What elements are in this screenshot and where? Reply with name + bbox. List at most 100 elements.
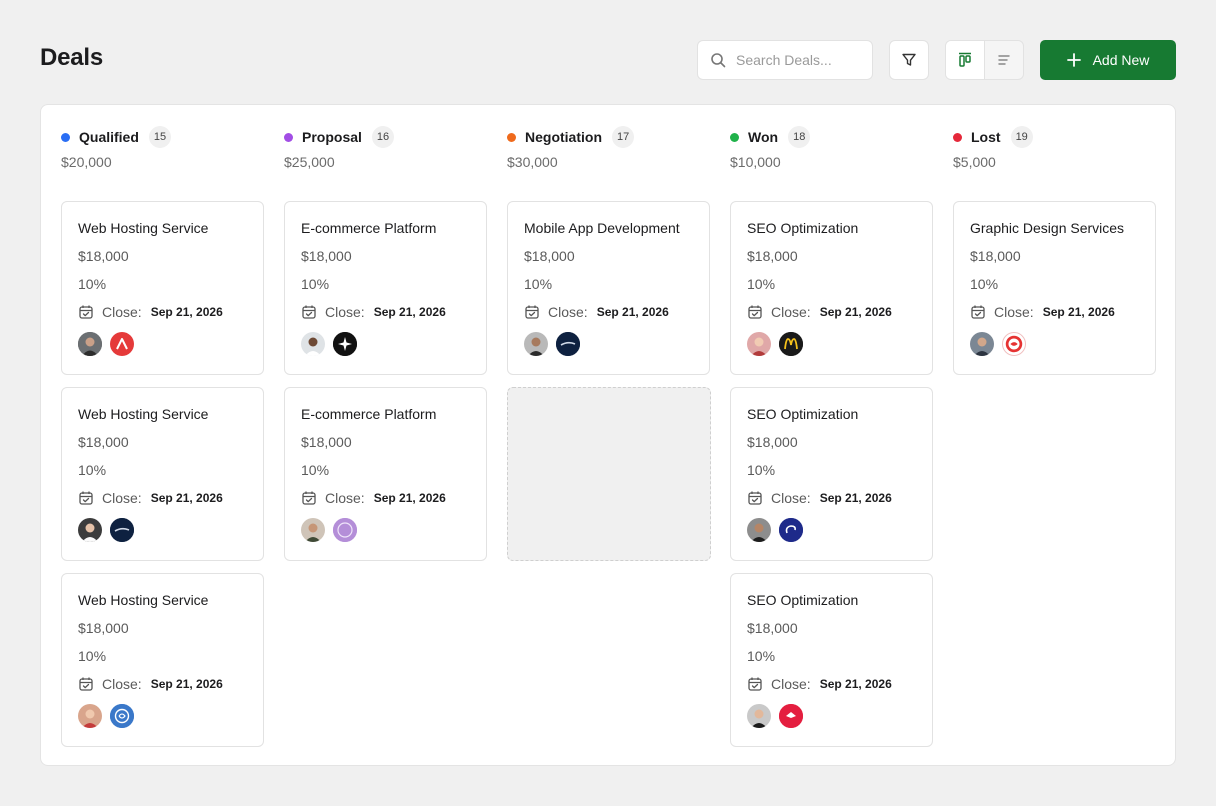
status-dot: [730, 132, 739, 142]
close-date-row: Close: Sep 21, 2026: [78, 676, 223, 692]
calendar-icon: [970, 304, 986, 320]
deal-title: Web Hosting Service: [78, 592, 209, 608]
deal-card[interactable]: SEO Optimization $18,000 10% Close: Sep …: [730, 573, 933, 747]
status-dot: [507, 132, 516, 142]
company-logo-icon[interactable]: [333, 332, 357, 356]
list-icon: [996, 52, 1012, 68]
deal-amount: $18,000: [747, 248, 798, 264]
deal-card[interactable]: Mobile App Development $18,000 10% Close…: [507, 201, 710, 375]
close-date-row: Close: Sep 21, 2026: [970, 304, 1115, 320]
filter-icon: [901, 52, 917, 68]
deal-title: Mobile App Development: [524, 220, 680, 236]
close-date-row: Close: Sep 21, 2026: [78, 304, 223, 320]
close-label: Close:: [771, 676, 811, 692]
search-input[interactable]: [736, 52, 856, 68]
drop-zone-placeholder[interactable]: [507, 387, 711, 561]
company-logo-icon[interactable]: [779, 332, 803, 356]
deal-card[interactable]: SEO Optimization $18,000 10% Close: Sep …: [730, 201, 933, 375]
contact-avatar[interactable]: [78, 704, 102, 728]
contact-avatar[interactable]: [78, 332, 102, 356]
contact-avatar[interactable]: [747, 332, 771, 356]
company-logo-icon[interactable]: [110, 518, 134, 542]
deal-card[interactable]: Web Hosting Service $18,000 10% Close: S…: [61, 201, 264, 375]
list-view-button[interactable]: [985, 41, 1023, 79]
close-date: Sep 21, 2026: [1042, 305, 1115, 319]
add-new-label: Add New: [1092, 52, 1150, 68]
contact-avatar[interactable]: [78, 518, 102, 542]
company-logo-icon[interactable]: [556, 332, 580, 356]
search-icon: [710, 52, 726, 68]
deals-board: Qualified 15 $20,000 Web Hosting Service…: [40, 104, 1176, 766]
column-title: Won: [748, 129, 779, 145]
company-logo-icon[interactable]: [110, 704, 134, 728]
column-title: Qualified: [79, 129, 139, 145]
close-date-row: Close: Sep 21, 2026: [747, 676, 892, 692]
company-logo-icon[interactable]: [333, 518, 357, 542]
company-logo-icon[interactable]: [779, 518, 803, 542]
calendar-icon: [747, 676, 763, 692]
close-date-row: Close: Sep 21, 2026: [78, 490, 223, 506]
close-label: Close:: [548, 304, 588, 320]
deal-card[interactable]: Web Hosting Service $18,000 10% Close: S…: [61, 387, 264, 561]
deal-card[interactable]: Web Hosting Service $18,000 10% Close: S…: [61, 573, 264, 747]
deal-probability: 10%: [78, 276, 107, 292]
contact-avatar[interactable]: [301, 332, 325, 356]
deal-probability: 10%: [78, 648, 107, 664]
column-header: Negotiation 17: [507, 126, 635, 148]
contact-avatar[interactable]: [524, 332, 548, 356]
deal-title: SEO Optimization: [747, 220, 859, 236]
close-date-row: Close: Sep 21, 2026: [747, 490, 892, 506]
deal-probability: 10%: [747, 462, 776, 478]
close-date: Sep 21, 2026: [150, 491, 223, 505]
search-box[interactable]: [697, 40, 873, 80]
deal-card[interactable]: E-commerce Platform $18,000 10% Close: S…: [284, 387, 487, 561]
close-label: Close:: [771, 304, 811, 320]
deal-card[interactable]: E-commerce Platform $18,000 10% Close: S…: [284, 201, 487, 375]
contact-avatar[interactable]: [747, 518, 771, 542]
deal-card[interactable]: Graphic Design Services $18,000 10% Clos…: [953, 201, 1156, 375]
add-new-button[interactable]: Add New: [1040, 40, 1176, 80]
calendar-icon: [78, 490, 94, 506]
deal-card[interactable]: SEO Optimization $18,000 10% Close: Sep …: [730, 387, 933, 561]
deal-amount: $18,000: [970, 248, 1021, 264]
status-dot: [953, 132, 962, 142]
deal-probability: 10%: [747, 276, 776, 292]
close-date-row: Close: Sep 21, 2026: [524, 304, 669, 320]
deal-amount: $18,000: [747, 620, 798, 636]
close-date: Sep 21, 2026: [150, 305, 223, 319]
contact-avatar[interactable]: [970, 332, 994, 356]
close-date-row: Close: Sep 21, 2026: [747, 304, 892, 320]
kanban-icon: [957, 52, 973, 68]
column-count-badge: 19: [1010, 126, 1033, 148]
close-label: Close:: [102, 304, 142, 320]
column-total: $10,000: [730, 154, 781, 170]
deal-amount: $18,000: [78, 248, 129, 264]
board-view-button[interactable]: [946, 41, 985, 79]
deal-title: SEO Optimization: [747, 592, 859, 608]
company-logo-icon[interactable]: [110, 332, 134, 356]
column-total: $5,000: [953, 154, 996, 170]
deal-amount: $18,000: [747, 434, 798, 450]
deal-probability: 10%: [301, 276, 330, 292]
close-date-row: Close: Sep 21, 2026: [301, 490, 446, 506]
deal-amount: $18,000: [78, 434, 129, 450]
company-logo-icon[interactable]: [1002, 332, 1026, 356]
filter-button[interactable]: [889, 40, 929, 80]
contact-avatar[interactable]: [301, 518, 325, 542]
column-count-badge: 16: [371, 126, 395, 148]
column-header: Proposal 16: [284, 126, 395, 148]
close-date: Sep 21, 2026: [819, 677, 892, 691]
plus-icon: [1066, 53, 1081, 67]
close-label: Close:: [325, 490, 365, 506]
deal-title: E-commerce Platform: [301, 406, 437, 422]
status-dot: [61, 132, 70, 142]
page-title: Deals: [40, 44, 104, 71]
company-logo-icon[interactable]: [779, 704, 803, 728]
deal-probability: 10%: [747, 648, 776, 664]
contact-avatar[interactable]: [747, 704, 771, 728]
close-label: Close:: [325, 304, 365, 320]
deal-title: Graphic Design Services: [970, 220, 1125, 236]
deal-title: Web Hosting Service: [78, 406, 209, 422]
deal-probability: 10%: [301, 462, 330, 478]
column-count-badge: 18: [788, 126, 811, 148]
